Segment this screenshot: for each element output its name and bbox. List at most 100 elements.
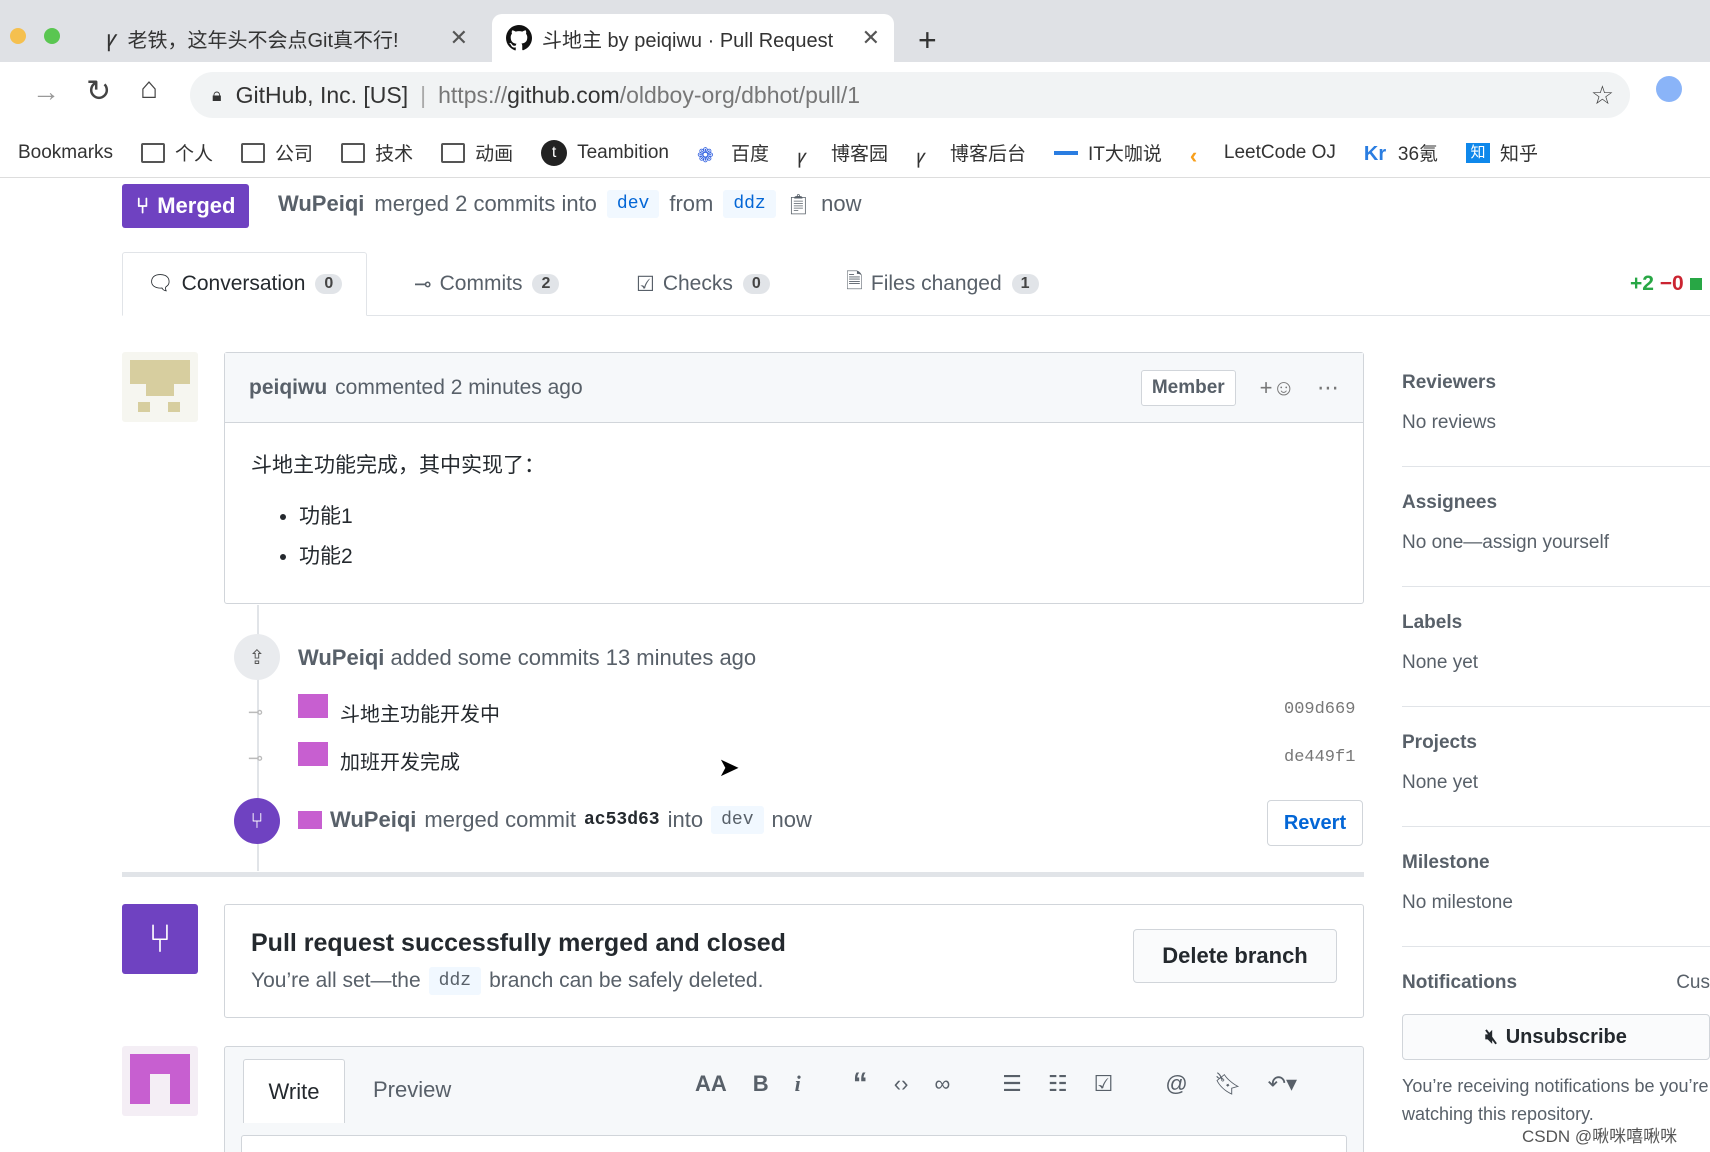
commit-sha[interactable]: 009d669 [1284, 700, 1355, 719]
bold-icon[interactable]: B [753, 1071, 769, 1097]
comment-author[interactable]: peiqiwu [249, 376, 327, 400]
code-icon[interactable]: ‹› [894, 1071, 909, 1097]
close-tab-icon[interactable]: ✕ [862, 25, 880, 51]
bookmark-leetcode[interactable]: ‹ LeetCode OJ [1189, 142, 1336, 168]
bookmark-folder[interactable]: 个人 [141, 139, 213, 166]
sidebar-heading[interactable]: Reviewers [1402, 372, 1496, 394]
zoom-window-button[interactable] [44, 28, 60, 44]
deletable-branch[interactable]: ddz [428, 967, 482, 995]
commit-message[interactable]: 加班开发完成 [340, 746, 460, 775]
bookmark-teambition[interactable]: t Teambition [541, 139, 669, 166]
home-icon[interactable]: ⌂ [140, 72, 158, 106]
quote-icon[interactable]: “ [853, 1067, 868, 1101]
leetcode-icon: ‹ [1189, 142, 1198, 168]
36kr-icon: Kr [1363, 142, 1387, 165]
tab-checks[interactable]: ☑︎ Checks 0 [636, 252, 770, 316]
sidebar-projects: Projects None yet [1402, 732, 1478, 794]
bulleted-list-icon[interactable]: ☰ [1002, 1071, 1022, 1097]
link-icon[interactable]: ∞ [934, 1071, 950, 1097]
sidebar-value[interactable]: No one—assign yourself [1402, 532, 1609, 554]
sidebar-divider [1402, 466, 1710, 467]
sidebar-heading[interactable]: Assignees [1402, 492, 1609, 514]
comment-discussion-icon: 🗨︎ [147, 272, 174, 295]
commit-message[interactable]: 斗地主功能开发中 [340, 698, 500, 727]
add-reaction-icon[interactable]: +☺ [1260, 375, 1295, 401]
event-author[interactable]: WuPeiqi [298, 645, 384, 670]
saved-reply-icon[interactable]: 🔖︎ [1214, 1071, 1242, 1097]
bookmarks-label[interactable]: Bookmarks [18, 142, 113, 164]
bookmark-star-icon[interactable]: ☆ [1591, 80, 1614, 111]
close-tab-icon[interactable]: ✕ [450, 25, 468, 51]
sidebar-labels: Labels None yet [1402, 612, 1478, 674]
tab-write[interactable]: Write [243, 1059, 345, 1123]
bookmark-36kr[interactable]: Kr 36氪 [1364, 139, 1438, 166]
avatar[interactable] [122, 352, 198, 422]
tab-files-changed[interactable]: 🗎︎ Files changed 1 [846, 252, 1039, 316]
github-icon [506, 25, 532, 51]
cnblogs-icon: ꝩ [916, 146, 926, 168]
customize-link[interactable]: Cus [1676, 972, 1710, 994]
pr-author[interactable]: WuPeiqi [278, 191, 364, 217]
sidebar-heading[interactable]: Labels [1402, 612, 1478, 634]
mention-icon[interactable]: @ [1165, 1071, 1187, 1097]
tab-conversation[interactable]: 🗨︎ Conversation 0 [122, 252, 368, 316]
reply-icon[interactable]: ↶▾ [1268, 1071, 1297, 1097]
delete-branch-button[interactable]: Delete branch [1133, 929, 1337, 983]
sidebar-milestone: Milestone No milestone [1402, 852, 1513, 914]
tab-preview[interactable]: Preview [373, 1077, 451, 1103]
list-item: 功能1 [299, 497, 1337, 537]
mute-icon: 🔇︎ [1485, 1025, 1498, 1048]
watermark: CSDN @啾咪嘻啾咪 [1522, 1127, 1678, 1146]
new-tab-button[interactable]: + [918, 22, 937, 59]
minimize-window-button[interactable] [10, 28, 26, 44]
head-branch[interactable]: ddz [723, 190, 776, 218]
merge-event: WuPeiqi merged commit ac53d63 into dev n… [298, 806, 812, 834]
diffstat-bar [1689, 278, 1702, 290]
bookmark-baidu[interactable]: ❁ 百度 [697, 139, 769, 167]
pr-meta: WuPeiqi merged 2 commits into dev from d… [278, 190, 862, 218]
merge-target-branch[interactable]: dev [711, 806, 764, 834]
reload-icon[interactable]: ↻ [86, 74, 111, 109]
revert-button[interactable]: Revert [1267, 800, 1363, 846]
browser-tab-active[interactable]: 斗地主 by peiqiwu · Pull Request ✕ [492, 14, 894, 62]
itdakashuo-icon [1054, 150, 1079, 155]
comment-box: peiqiwu commented 2 minutes ago Member +… [224, 352, 1364, 604]
sidebar-heading[interactable]: Projects [1402, 732, 1478, 754]
bookmark-folder[interactable]: 公司 [241, 139, 313, 166]
bookmark-zhihu[interactable]: 知知乎 [1466, 139, 1538, 166]
comment-editor: Write Preview AA B i “ ‹› ∞ ☰ ☷ ☑︎ @ 🔖︎ … [224, 1046, 1364, 1152]
commit-avatar[interactable] [298, 742, 328, 766]
merger-avatar[interactable] [298, 811, 322, 829]
comment-time: commented 2 minutes ago [335, 375, 583, 399]
text-size-icon[interactable]: AA [695, 1071, 727, 1097]
sidebar-heading[interactable]: Milestone [1402, 852, 1513, 874]
bookmark-itdakashuo[interactable]: IT大咖说 [1054, 139, 1162, 166]
editor-textarea[interactable] [241, 1135, 1347, 1152]
merged-state-icon: ⑂ [122, 904, 198, 974]
commit-dot-icon: ⊸ [248, 748, 264, 768]
bookmark-cnblogs[interactable]: ꝩ 博客园 [797, 139, 888, 168]
member-badge: Member [1140, 369, 1236, 406]
merge-commit-sha[interactable]: ac53d63 [584, 810, 660, 830]
address-bar[interactable]: 🔒︎ GitHub, Inc. [US] | https://github.co… [190, 72, 1630, 118]
extension-icon[interactable] [1656, 76, 1682, 102]
bookmark-folder[interactable]: 动画 [441, 139, 513, 166]
tab-commits[interactable]: ⊸ Commits 2 [414, 252, 560, 316]
commit-sha[interactable]: de449f1 [1284, 748, 1355, 767]
bookmark-folder[interactable]: 技术 [341, 139, 413, 166]
more-options-icon[interactable]: ⋯ [1317, 375, 1339, 401]
clipboard-icon[interactable]: 📋︎ [786, 192, 811, 217]
forward-icon[interactable]: → [32, 76, 60, 108]
bookmark-cnblogs-admin[interactable]: ꝩ 博客后台 [916, 139, 1026, 168]
browser-tab-inactive[interactable]: ꝩ 老铁，这年头不会点Git真不行! ✕ [92, 14, 482, 62]
current-user-avatar[interactable] [122, 1046, 198, 1116]
italic-icon[interactable]: i [795, 1071, 801, 1097]
task-list-icon[interactable]: ☑︎ [1094, 1071, 1114, 1097]
browser-tab-bar: ꝩ 老铁，这年头不会点Git真不行! ✕ 斗地主 by peiqiwu · Pu… [0, 0, 1710, 62]
unsubscribe-button[interactable]: 🔇︎ Unsubscribe [1402, 1014, 1710, 1060]
list-item: 功能2 [299, 537, 1337, 577]
base-branch[interactable]: dev [606, 190, 660, 218]
markdown-toolbar: AA B i “ ‹› ∞ ☰ ☷ ☑︎ @ 🔖︎ ↶▾ [695, 1067, 1297, 1101]
numbered-list-icon[interactable]: ☷ [1048, 1071, 1068, 1097]
commit-avatar[interactable] [298, 694, 328, 718]
